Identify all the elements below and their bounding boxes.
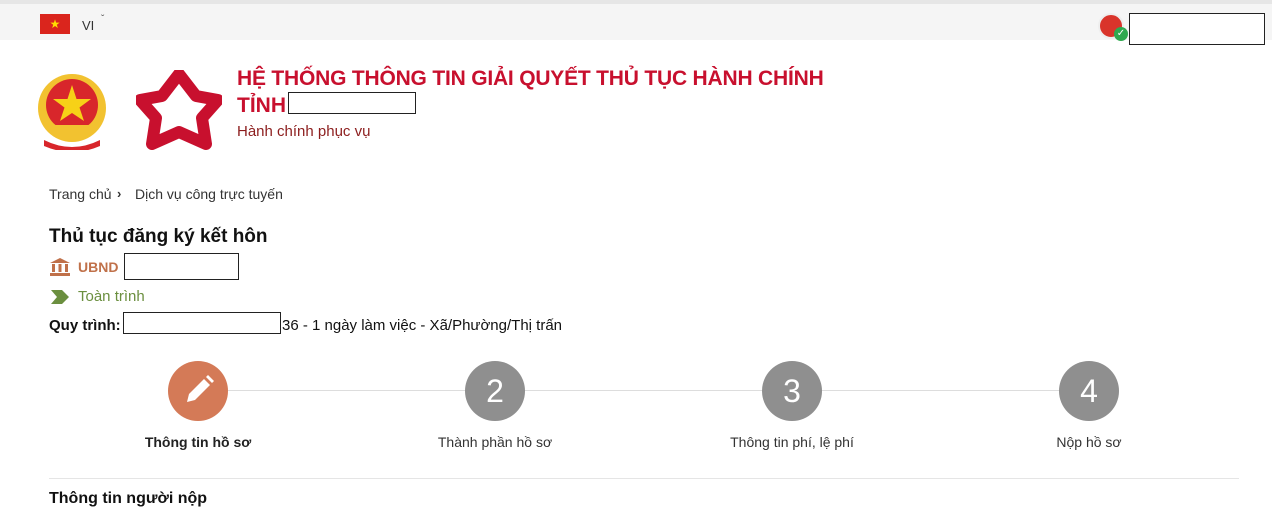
top-bar: ★ VI ˇ ✓ <box>0 0 1272 45</box>
step-2-label[interactable]: Thành phần hồ sơ <box>395 434 595 450</box>
arrow-tag-icon <box>51 290 69 304</box>
system-subtitle: Hành chính phục vụ <box>237 123 371 140</box>
user-name-field[interactable] <box>1129 13 1265 45</box>
flag-star-icon: ★ <box>49 17 61 31</box>
breadcrumb-online-services[interactable]: Dịch vụ công trực tuyến <box>135 186 283 202</box>
step-4-circle[interactable]: 4 <box>1059 361 1119 421</box>
agency-name-box <box>124 253 239 280</box>
step-1-pencil-icon[interactable] <box>168 361 228 421</box>
applicant-section-title: Thông tin người nộp <box>49 490 208 507</box>
step-1-label[interactable]: Thông tin hồ sơ <box>98 434 298 450</box>
flow-label: Quy trình: <box>49 317 121 334</box>
check-badge-icon: ✓ <box>1114 27 1128 41</box>
step-3-circle[interactable]: 3 <box>762 361 822 421</box>
service-level: Toàn trình <box>78 288 145 305</box>
step-4-label[interactable]: Nộp hồ sơ <box>989 434 1189 450</box>
breadcrumb-home[interactable]: Trang chủ <box>49 186 112 202</box>
province-name-box <box>288 92 416 114</box>
language-selector[interactable]: VI <box>82 18 94 33</box>
step-3-label[interactable]: Thông tin phí, lệ phí <box>692 434 892 450</box>
flow-description: 36 - 1 ngày làm việc - Xã/Phường/Thị trấ… <box>282 317 563 334</box>
vietnam-flag-icon[interactable]: ★ <box>40 14 70 34</box>
section-divider <box>49 478 1239 479</box>
province-label: TỈNH <box>237 94 286 117</box>
national-emblem-icon <box>38 74 106 150</box>
chevron-down-icon[interactable]: ˇ <box>101 14 104 25</box>
step-2-circle[interactable]: 2 <box>465 361 525 421</box>
pencil-icon <box>187 375 214 402</box>
bank-building-icon <box>50 258 70 276</box>
user-avatar-icon[interactable]: ✓ <box>1098 13 1128 41</box>
page-title: Thủ tục đăng ký kết hôn <box>49 226 268 247</box>
flow-code-box <box>123 312 281 334</box>
stepper-line <box>198 390 1088 391</box>
public-service-logo-icon <box>136 70 222 150</box>
system-title: HỆ THỐNG THÔNG TIN GIẢI QUYẾT THỦ TỤC HÀ… <box>237 67 824 90</box>
chevron-right-icon: › <box>117 186 122 201</box>
agency-label: UBND <box>78 259 119 275</box>
